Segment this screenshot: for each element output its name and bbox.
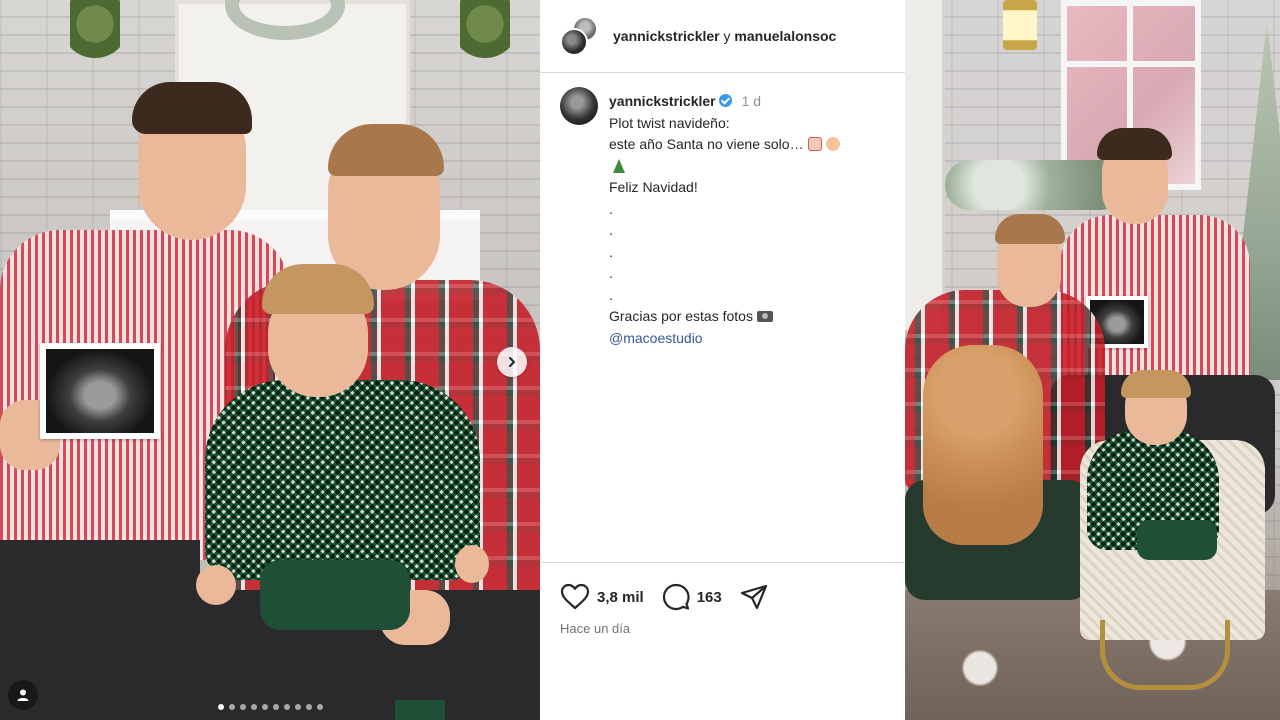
share-icon: [740, 584, 767, 610]
chevron-right-icon: [509, 357, 515, 367]
comment-icon: [662, 583, 690, 611]
carousel-dot: [272, 704, 279, 710]
like-button[interactable]: 3,8 mil: [560, 583, 644, 611]
carousel-dot: [316, 704, 323, 710]
comment-button[interactable]: 163: [662, 583, 722, 611]
collab-names: yannickstrickler y manuelalonsoc: [613, 28, 836, 44]
carousel-dot: [283, 704, 290, 710]
carousel-dot: [217, 704, 224, 710]
mention-link[interactable]: @macoestudio: [609, 328, 899, 350]
instagram-post-composite: yannickstrickler y manuelalonsoc yannick…: [0, 0, 1280, 720]
photo-lamp: [1003, 0, 1037, 50]
caption-line: este año Santa no viene solo…: [609, 136, 804, 152]
post-photo-carousel[interactable]: [0, 0, 540, 720]
action-row: 3,8 mil 163: [560, 583, 793, 611]
camera-emoji-icon: [756, 311, 773, 322]
caption-line: Plot twist navideño:: [609, 114, 730, 131]
carousel-indicator: [0, 704, 540, 710]
santa-emoji-icon: [807, 137, 822, 151]
carousel-dot: [228, 704, 235, 710]
caption-body: yannickstrickler 1 d Plot twist navideño:…: [609, 91, 899, 349]
caption-line: .: [609, 222, 613, 238]
caption-timestamp[interactable]: 1 d: [742, 93, 761, 109]
carousel-dot: [239, 704, 246, 710]
caption-line: .: [609, 200, 613, 217]
ultrasound-photo: [40, 343, 160, 439]
caption-line: .: [609, 265, 613, 281]
avatar[interactable]: [560, 87, 598, 125]
caption-line: Feliz Navidad!: [609, 179, 698, 195]
caption-line: .: [609, 286, 613, 303]
baby-emoji-icon: [825, 137, 840, 151]
verified-badge-icon: [718, 94, 732, 107]
post-detail-panel: yannickstrickler y manuelalonsoc yannick…: [540, 0, 905, 720]
caption-line: .: [609, 243, 613, 260]
carousel-next-button[interactable]: [497, 347, 527, 377]
heart-icon: [560, 583, 590, 610]
collab-joiner: y: [723, 28, 731, 44]
author-username-link[interactable]: yannickstrickler: [613, 28, 720, 44]
photo-door: [905, 0, 945, 330]
like-count: 3,8 mil: [597, 588, 644, 606]
post-date[interactable]: Hace un día: [560, 621, 630, 636]
photo-garland: [945, 160, 1125, 210]
post-actions-section: 3,8 mil 163 Hace un día: [540, 562, 905, 720]
carousel-dot: [250, 704, 257, 710]
person-tag-icon: [17, 689, 29, 701]
photo-garland: [70, 0, 120, 80]
share-button[interactable]: [740, 583, 775, 611]
collab-avatars[interactable]: [560, 16, 600, 56]
photo-sled-rail: [1100, 620, 1230, 690]
avatar: [560, 28, 588, 56]
collaborator-username-link[interactable]: manuelalonsoc: [734, 28, 836, 44]
christmas-tree-emoji-icon: [613, 158, 625, 173]
secondary-photo: [905, 0, 1280, 720]
caption-username[interactable]: yannickstrickler: [609, 93, 716, 109]
carousel-dot: [294, 704, 301, 710]
caption-line: Gracias por estas fotos: [609, 308, 753, 324]
comment-count: 163: [696, 588, 722, 606]
carousel-dot: [305, 704, 312, 710]
photo-dog: [923, 345, 1043, 545]
photo-garland: [460, 0, 510, 80]
carousel-dot: [261, 704, 268, 710]
post-header: yannickstrickler y manuelalonsoc: [540, 0, 905, 73]
